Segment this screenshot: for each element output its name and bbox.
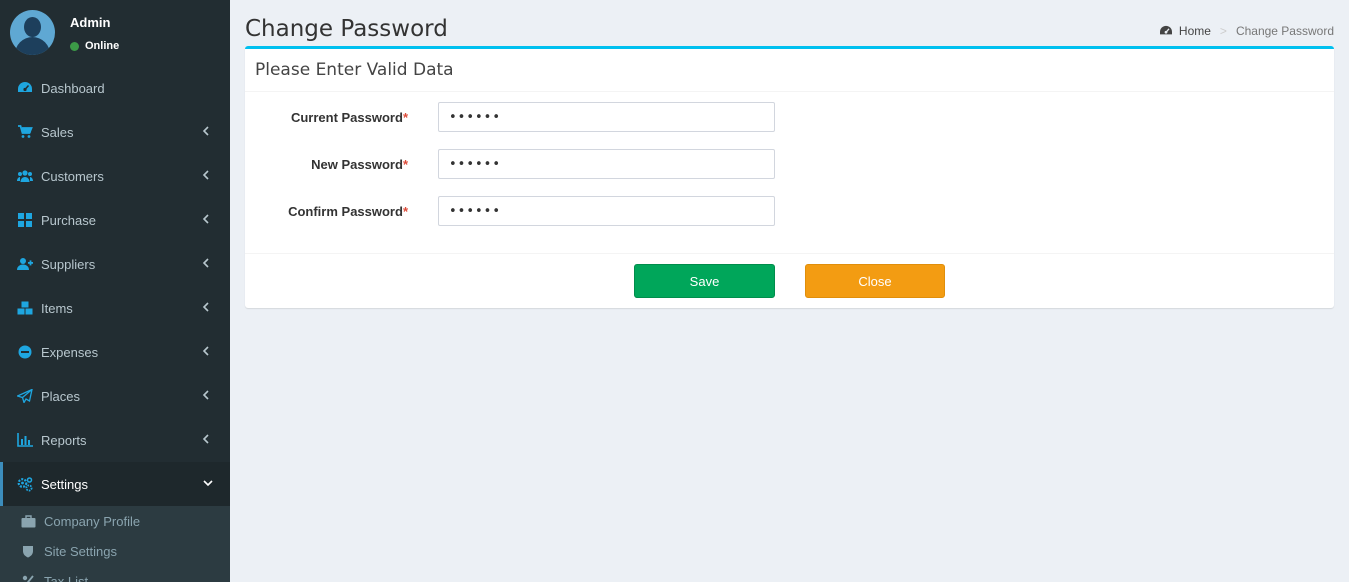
sidebar-item-items[interactable]: Items <box>0 286 230 330</box>
new-password-field[interactable] <box>438 149 775 179</box>
sidebar-item-suppliers[interactable]: Suppliers <box>0 242 230 286</box>
percent-icon <box>20 574 36 582</box>
user-status-label: Online <box>85 40 120 52</box>
change-password-box: Please Enter Valid Data Current Password… <box>245 46 1334 308</box>
user-status: Online <box>70 40 119 52</box>
breadcrumb: Home > Change Password <box>1159 24 1334 38</box>
current-password-row: Current Password* <box>245 102 1334 132</box>
chevron-left-icon <box>202 301 212 315</box>
sidebar-item-label: Places <box>41 388 81 404</box>
dashboard-icon <box>17 80 33 96</box>
chevron-left-icon <box>202 169 212 183</box>
submenu-item-label: Company Profile <box>44 513 141 529</box>
sidebar-item-label: Expenses <box>41 344 99 360</box>
confirm-password-row: Confirm Password* <box>245 196 1334 226</box>
gears-icon <box>17 476 33 492</box>
submenu-item-site-settings[interactable]: Site Settings <box>0 536 230 566</box>
sidebar-item-label: Suppliers <box>41 256 96 272</box>
sidebar-menu: Dashboard Sales Customers Purchase Suppl… <box>0 66 230 506</box>
breadcrumb-home-link[interactable]: Home <box>1179 24 1211 38</box>
dashboard-icon <box>1159 25 1173 37</box>
submenu-item-company-profile[interactable]: Company Profile <box>0 506 230 536</box>
sidebar: Admin Online Dashboard Sales Customers P… <box>0 0 230 582</box>
grid-icon <box>17 212 33 228</box>
chevron-left-icon <box>202 433 212 447</box>
user-plus-icon <box>17 256 33 272</box>
chevron-left-icon <box>202 125 212 139</box>
new-password-label: New Password* <box>311 157 408 172</box>
sidebar-item-label: Items <box>41 300 73 316</box>
sidebar-item-purchase[interactable]: Purchase <box>0 198 230 242</box>
cart-icon <box>17 124 33 140</box>
online-status-dot <box>70 41 79 51</box>
users-icon <box>17 168 33 184</box>
submenu-item-tax-list[interactable]: Tax List <box>0 566 230 582</box>
submenu-item-label: Site Settings <box>44 543 117 559</box>
box-title: Please Enter Valid Data <box>255 60 454 80</box>
shield-icon <box>20 544 36 558</box>
sidebar-item-label: Customers <box>41 168 104 184</box>
paper-plane-icon <box>17 388 33 404</box>
sidebar-item-expenses[interactable]: Expenses <box>0 330 230 374</box>
chevron-down-icon <box>202 477 213 491</box>
close-button[interactable]: Close <box>805 264 945 298</box>
breadcrumb-separator: > <box>1219 24 1227 38</box>
page-title: Change Password <box>245 16 448 42</box>
sidebar-item-sales[interactable]: Sales <box>0 110 230 154</box>
confirm-password-label: Confirm Password* <box>288 204 408 219</box>
box-footer: Save Close <box>245 253 1334 308</box>
main-content: Change Password Home > Change Password P… <box>230 0 1349 582</box>
confirm-password-field[interactable] <box>438 196 775 226</box>
sidebar-item-label: Sales <box>41 124 74 140</box>
briefcase-icon <box>20 514 36 528</box>
sidebar-item-label: Settings <box>41 476 88 492</box>
current-password-field[interactable] <box>438 102 775 132</box>
avatar[interactable] <box>10 10 55 55</box>
new-password-row: New Password* <box>245 149 1334 179</box>
sidebar-item-label: Dashboard <box>41 80 105 96</box>
sidebar-item-reports[interactable]: Reports <box>0 418 230 462</box>
box-header: Please Enter Valid Data <box>245 49 1334 92</box>
user-panel: Admin Online <box>0 0 230 66</box>
sidebar-item-customers[interactable]: Customers <box>0 154 230 198</box>
user-name: Admin <box>70 15 111 30</box>
sidebar-item-settings[interactable]: Settings <box>0 462 230 506</box>
submenu-item-label: Tax List <box>44 573 89 582</box>
current-password-label: Current Password* <box>290 110 408 125</box>
sidebar-item-places[interactable]: Places <box>0 374 230 418</box>
cubes-icon <box>17 300 33 316</box>
sidebar-item-dashboard[interactable]: Dashboard <box>0 66 230 110</box>
chevron-left-icon <box>202 389 212 403</box>
save-button[interactable]: Save <box>634 264 775 298</box>
bar-chart-icon <box>17 432 33 448</box>
chevron-left-icon <box>202 345 212 359</box>
settings-submenu: Company Profile Site Settings Tax List <box>0 506 230 582</box>
sidebar-item-label: Purchase <box>41 212 96 228</box>
sidebar-item-label: Reports <box>41 432 87 448</box>
breadcrumb-current: Change Password <box>1235 24 1334 38</box>
chevron-left-icon <box>202 213 212 227</box>
minus-circle-icon <box>17 344 33 360</box>
chevron-left-icon <box>202 257 212 271</box>
